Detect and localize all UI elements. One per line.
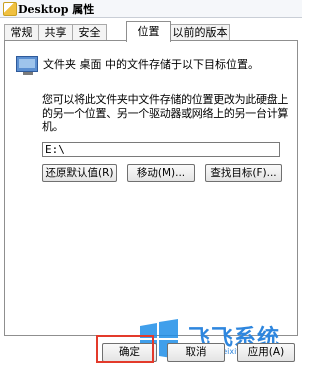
folder-icon — [3, 2, 17, 16]
restore-default-button[interactable]: 还原默认值(R) — [42, 164, 117, 182]
location-description: 您可以将此文件夹中文件存储的位置更改为此硬盘上的另一个位置、另一个驱动器或网络上… — [42, 93, 289, 133]
location-info-text: 文件夹 桌面 中的文件存储于以下目标位置。 — [43, 58, 259, 71]
cancel-button[interactable]: 取消 — [167, 343, 225, 362]
apply-button[interactable]: 应用(A) — [237, 343, 295, 362]
folder-location-icon — [16, 56, 38, 75]
window-title: Desktop 属性 — [18, 3, 95, 16]
location-path-input[interactable] — [42, 142, 280, 157]
tab-general[interactable]: 常规 — [4, 24, 39, 41]
tab-previous-versions[interactable]: 以前的版本 — [170, 24, 230, 41]
tab-location[interactable]: 位置 — [126, 21, 171, 42]
title-bar[interactable]: Desktop 属性 — [0, 0, 302, 18]
move-button[interactable]: 移动(M)... — [127, 164, 195, 182]
tab-sharing[interactable]: 共享 — [38, 24, 73, 41]
find-target-button[interactable]: 查找目标(F)... — [205, 164, 282, 182]
ok-button[interactable]: 确定 — [102, 343, 157, 362]
location-panel — [4, 40, 298, 336]
tab-security[interactable]: 安全 — [72, 24, 107, 41]
